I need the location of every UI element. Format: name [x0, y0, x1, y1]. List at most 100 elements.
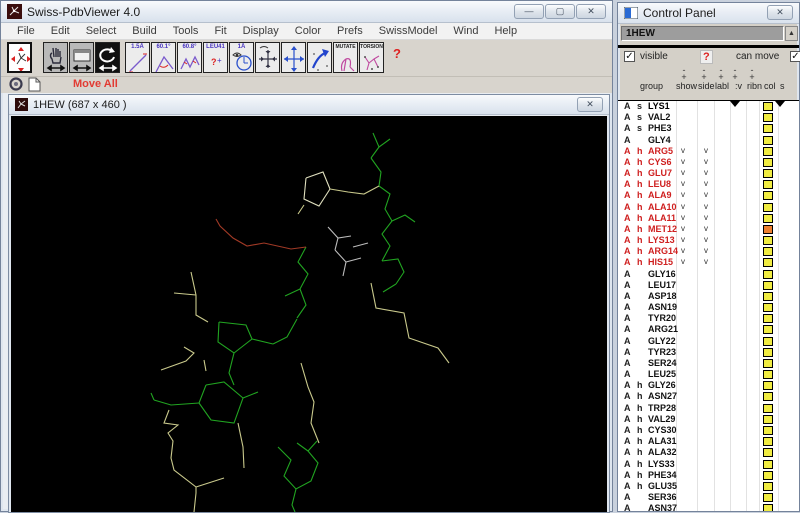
residue-color-box[interactable] [763, 425, 773, 435]
menu-prefs[interactable]: Prefs [329, 24, 371, 38]
residue-color-box[interactable] [763, 247, 773, 257]
residue-color-box[interactable] [763, 269, 773, 279]
residue-color-box[interactable] [763, 392, 773, 402]
residue-color-box[interactable] [763, 347, 773, 357]
residue-color-box[interactable] [763, 224, 773, 234]
residue-rname[interactable]: GLY4 [648, 135, 671, 145]
residue-row-asn37[interactable]: A ASN37 [618, 503, 799, 511]
maximize-button[interactable]: ▢ [545, 4, 575, 19]
residue-color-box[interactable] [763, 303, 773, 313]
menu-color[interactable]: Color [287, 24, 329, 38]
menu-wind[interactable]: Wind [445, 24, 486, 38]
residue-rname[interactable]: TYR23 [648, 347, 676, 357]
residue-rname[interactable]: ASN27 [648, 391, 677, 401]
menu-tools[interactable]: Tools [165, 24, 207, 38]
residue-rname[interactable]: SER36 [648, 492, 677, 502]
residue-row-val29[interactable]: Ah VAL29 [618, 414, 799, 425]
residue-color-box[interactable] [763, 504, 773, 511]
residue-rname[interactable]: ALA31 [648, 436, 677, 446]
zoom-window-icon[interactable] [69, 42, 94, 73]
residue-rname[interactable]: GLU35 [648, 481, 677, 491]
residue-color-box[interactable] [763, 113, 773, 123]
residue-color-box[interactable] [763, 180, 773, 190]
menu-select[interactable]: Select [78, 24, 125, 38]
residue-row-lys33[interactable]: Ah LYS33 [618, 459, 799, 470]
residue-rname[interactable]: CYS30 [648, 425, 677, 435]
residue-row-cys30[interactable]: Ah CYS30 [618, 425, 799, 436]
residue-row-ala11[interactable]: Ah ALA11 v v [618, 213, 799, 224]
residue-row-glu7[interactable]: Ah GLU7 v v [618, 168, 799, 179]
rotate-scene-icon[interactable] [9, 77, 24, 91]
residue-color-box[interactable] [763, 135, 773, 145]
residue-rname[interactable]: MET12 [648, 224, 677, 234]
column-labl-toggle[interactable]: - + [714, 66, 728, 82]
residue-row-phe34[interactable]: Ah PHE34 [618, 470, 799, 481]
residue-row-tyr20[interactable]: A TYR20 [618, 313, 799, 324]
residue-rname[interactable]: TYR20 [648, 313, 676, 323]
menu-display[interactable]: Display [235, 24, 287, 38]
measure-angle-icon[interactable]: 60.1° [151, 42, 176, 73]
residue-rname[interactable]: ASN37 [648, 503, 677, 511]
residue-row-ser36[interactable]: A SER36 [618, 492, 799, 503]
residue-row-leu25[interactable]: A LEU25 [618, 369, 799, 380]
menu-help[interactable]: Help [486, 24, 525, 38]
layer-scroll-up-button[interactable]: ▲ [785, 26, 798, 41]
residue-rname[interactable]: ARG14 [648, 246, 678, 256]
residue-rname[interactable]: LEU17 [648, 280, 676, 290]
residue-rname[interactable]: HIS15 [648, 257, 673, 267]
residue-rname[interactable]: GLU7 [648, 168, 672, 178]
main-titlebar[interactable]: Swiss-PdbViewer 4.0 — ▢ ✕ [1, 1, 612, 23]
fit-view-icon[interactable]: 1Å [229, 42, 254, 73]
residue-row-ala9[interactable]: Ah ALA9 v v [618, 190, 799, 201]
residue-row-asn27[interactable]: Ah ASN27 [618, 391, 799, 402]
residue-row-leu17[interactable]: A LEU17 [618, 280, 799, 291]
close-button[interactable]: ✕ [576, 4, 606, 19]
residue-row-ala32[interactable]: Ah ALA32 [618, 447, 799, 458]
residue-color-box[interactable] [763, 146, 773, 156]
menu-file[interactable]: File [9, 24, 43, 38]
menu-swissmodel[interactable]: SwissModel [371, 24, 446, 38]
residue-color-box[interactable] [763, 437, 773, 447]
residue-rname[interactable]: VAL29 [648, 414, 675, 424]
residue-rname[interactable]: PHE3 [648, 123, 672, 133]
residue-rname[interactable]: LYS1 [648, 101, 670, 111]
residue-color-box[interactable] [763, 470, 773, 480]
residue-color-box[interactable] [763, 493, 773, 503]
control-panel-close-button[interactable]: ✕ [767, 5, 793, 20]
new-document-icon[interactable] [28, 77, 41, 92]
move-molecule-icon[interactable] [281, 42, 306, 73]
residue-color-box[interactable] [763, 459, 773, 469]
residue-color-box[interactable] [763, 370, 773, 380]
residue-row-arg21[interactable]: A ARG21 [618, 324, 799, 335]
torsion-tool-icon[interactable]: TORSION [359, 42, 384, 73]
column-ribn-toggle[interactable]: - + [745, 66, 759, 82]
move-all-mode-icon[interactable] [7, 42, 32, 73]
rotate-icon[interactable] [95, 42, 120, 73]
residue-row-ser24[interactable]: A SER24 [618, 358, 799, 369]
menu-edit[interactable]: Edit [43, 24, 78, 38]
residue-color-box[interactable] [763, 258, 773, 268]
residue-color-box[interactable] [763, 336, 773, 346]
residue-rname[interactable]: ALA10 [648, 202, 677, 212]
residue-row-met12[interactable]: Ah MET12 v v [618, 224, 799, 235]
column-side-toggle[interactable]: - + [697, 66, 711, 82]
residue-color-box[interactable] [763, 191, 773, 201]
residue-color-box[interactable] [763, 169, 773, 179]
residue-rname[interactable]: ASN19 [648, 302, 677, 312]
residue-color-box[interactable] [763, 124, 773, 134]
residue-color-box[interactable] [763, 358, 773, 368]
residue-row-ala31[interactable]: Ah ALA31 [618, 436, 799, 447]
can-move-checkbox[interactable]: ✓ [790, 51, 800, 62]
residue-color-box[interactable] [763, 213, 773, 223]
residue-list[interactable]: As LYS1 As VAL2 As PHE3 A GLY4 Ah ARG5 v v Ah CYS6 v v A… [618, 100, 799, 511]
residue-rname[interactable]: CYS6 [648, 157, 672, 167]
visible-checkbox[interactable]: ✓ [624, 51, 635, 62]
residue-row-tyr23[interactable]: A TYR23 [618, 347, 799, 358]
residue-row-leu8[interactable]: Ah LEU8 v v [618, 179, 799, 190]
residue-row-his15[interactable]: Ah HIS15 v v [618, 257, 799, 268]
residue-color-box[interactable] [763, 236, 773, 246]
layer-selector[interactable]: 1HEW [621, 26, 784, 41]
residue-rname[interactable]: ARG21 [648, 324, 678, 334]
residue-color-box[interactable] [763, 448, 773, 458]
residue-color-box[interactable] [763, 202, 773, 212]
